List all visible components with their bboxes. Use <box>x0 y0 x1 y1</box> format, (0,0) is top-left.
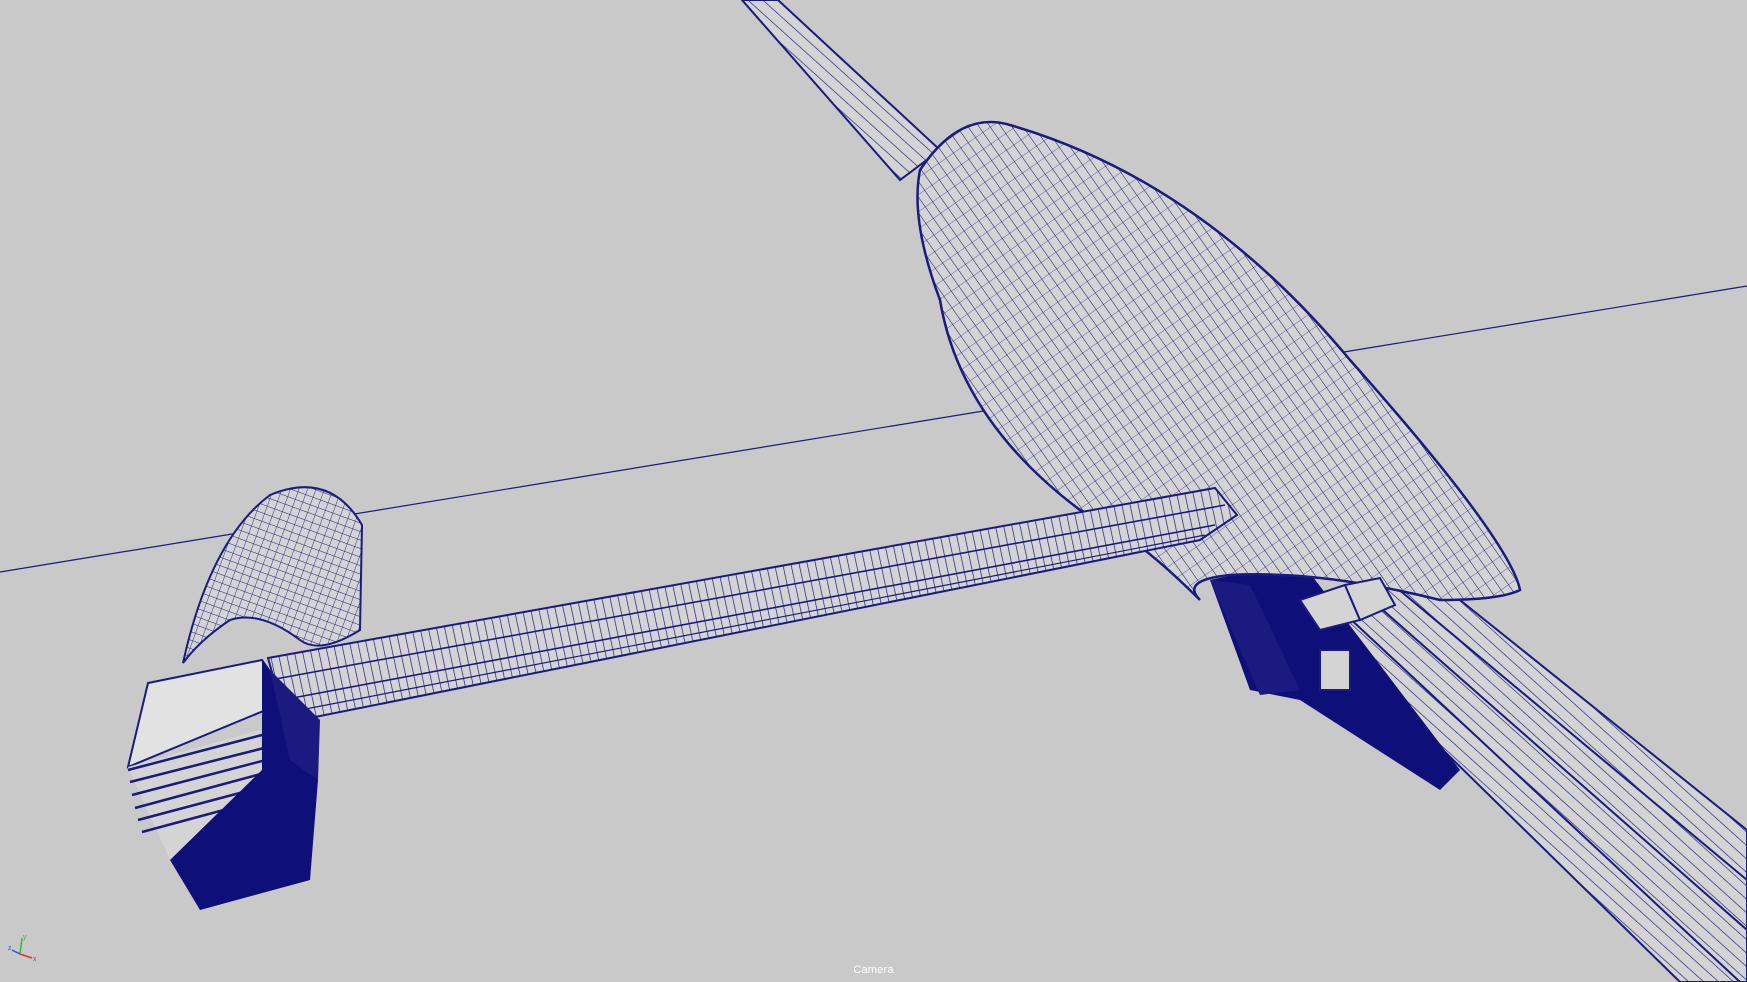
x-axis-label: x <box>33 956 37 962</box>
y-axis-line <box>19 937 23 955</box>
tower-hood <box>182 486 364 664</box>
z-axis-label: z <box>8 945 12 952</box>
y-axis-label: y <box>23 934 27 941</box>
stair-tower <box>126 658 320 910</box>
3d-viewport[interactable]: x y z Camera <box>0 0 1747 982</box>
camera-name-label: Camera <box>853 964 894 976</box>
walkway-bridge <box>266 486 1239 724</box>
x-axis-line <box>19 953 33 959</box>
rail-track-back <box>740 0 942 182</box>
rail-track-front <box>1298 558 1747 982</box>
wireframe-scene[interactable] <box>0 0 1747 982</box>
z-axis-line <box>11 949 21 955</box>
axis-gizmo: x y z <box>8 934 37 962</box>
